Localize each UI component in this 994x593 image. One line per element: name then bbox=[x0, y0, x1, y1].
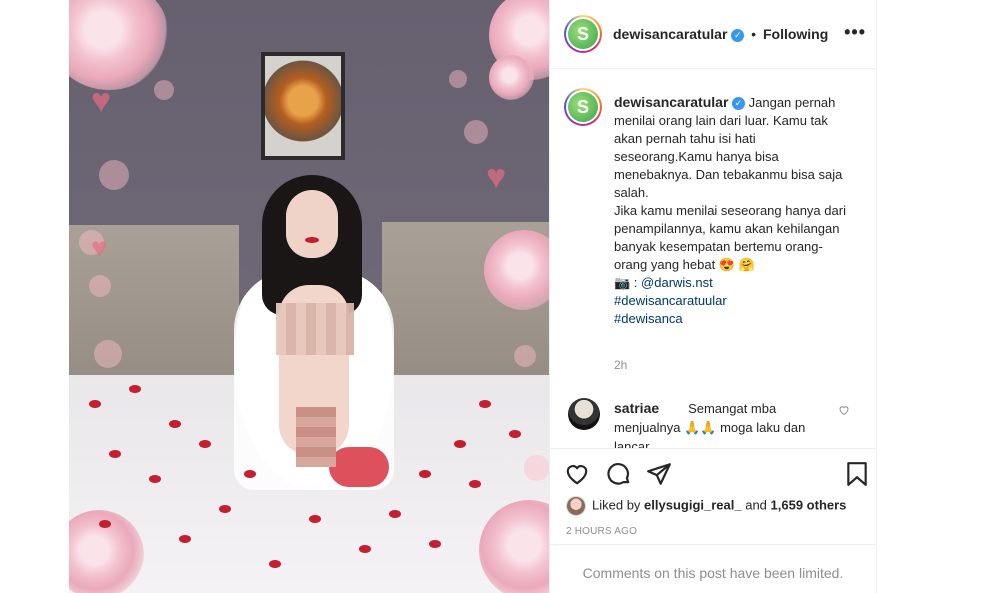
snake-icon: S bbox=[568, 19, 598, 49]
right-gutter bbox=[877, 0, 994, 593]
snake-icon: S bbox=[568, 92, 598, 122]
rose-petal bbox=[244, 470, 256, 478]
comment-row: satriae Semangat mba menjualnya 🙏🙏 moga … bbox=[564, 396, 864, 448]
like-heart-icon[interactable] bbox=[564, 461, 590, 487]
caption-paragraph-2: Jika kamu menilai seseorang hanya dari p… bbox=[614, 203, 846, 272]
header-line: dewisancaratular ✓ • Following bbox=[613, 26, 828, 42]
photo-subject bbox=[224, 175, 404, 495]
rose-petal bbox=[454, 440, 466, 448]
verified-badge-icon: ✓ bbox=[731, 28, 745, 42]
commenter-avatar[interactable] bbox=[568, 398, 600, 430]
author-username[interactable]: dewisancaratular bbox=[613, 26, 727, 42]
commenter-username[interactable]: satriae bbox=[614, 400, 659, 416]
rose-petal bbox=[99, 520, 111, 528]
bokeh-light bbox=[94, 340, 122, 368]
caption-paragraph-1: Jangan pernah menilai orang lain dari lu… bbox=[614, 95, 843, 200]
rose-petal bbox=[469, 480, 481, 488]
caption-time[interactable]: 2h bbox=[614, 358, 627, 372]
censor-blur-bottom bbox=[296, 407, 336, 467]
left-gutter bbox=[0, 0, 69, 593]
rose-petal bbox=[359, 545, 371, 553]
hashtag-link[interactable]: #dewisanca bbox=[614, 310, 854, 328]
instagram-post-page: ♥ ♥ ♥ S dewisancaratular ✓ • Following •… bbox=[0, 0, 994, 593]
bokeh-light bbox=[89, 275, 111, 297]
comment-text: satriae Semangat mba menjualnya 🙏🙏 moga … bbox=[614, 399, 842, 448]
caption-username[interactable]: dewisancaratular bbox=[614, 94, 728, 110]
liked-by-line: Liked by ellysugigi_real_ and 1,659 othe… bbox=[566, 496, 846, 516]
author-avatar[interactable]: S bbox=[564, 15, 602, 53]
heart-decoration: ♥ bbox=[486, 158, 507, 196]
credit-mention-link[interactable]: @darwis.nst bbox=[641, 275, 713, 290]
rose-petal bbox=[309, 515, 321, 523]
bokeh-light bbox=[464, 120, 488, 144]
rose-petal bbox=[149, 475, 161, 483]
comments-limited-notice: Comments on this post have been limited. bbox=[550, 544, 876, 593]
liker-avatar[interactable] bbox=[566, 496, 586, 516]
comment-like-heart-icon[interactable] bbox=[838, 404, 850, 419]
rose-petal bbox=[509, 430, 521, 438]
rose-decoration bbox=[489, 55, 534, 100]
share-icon[interactable] bbox=[646, 461, 672, 487]
rose-petal bbox=[429, 540, 441, 548]
rose-petal bbox=[419, 470, 431, 478]
verified-badge-icon: ✓ bbox=[732, 97, 746, 111]
more-options-icon[interactable]: ••• bbox=[844, 22, 866, 43]
separator-dot: • bbox=[751, 26, 757, 42]
bokeh-light bbox=[99, 160, 129, 190]
rose-petal bbox=[169, 420, 181, 428]
post-side-panel: S dewisancaratular ✓ • Following ••• S d… bbox=[549, 0, 877, 593]
rose-petal bbox=[129, 385, 141, 393]
camera-credit-prefix: 📷 : bbox=[614, 275, 642, 290]
likes-count-link[interactable]: 1,659 others bbox=[771, 497, 847, 512]
heart-decoration: ♥ bbox=[91, 82, 112, 120]
bokeh-light bbox=[514, 345, 536, 367]
liked-by-prefix: Liked by bbox=[592, 497, 645, 513]
comment-icon[interactable] bbox=[606, 461, 632, 487]
caption-text: dewisancaratular ✓ Jangan pernah menilai… bbox=[614, 93, 854, 328]
rose-petal bbox=[479, 400, 491, 408]
rose-petal bbox=[269, 560, 281, 568]
censor-blur-top bbox=[276, 303, 354, 355]
bokeh-light bbox=[449, 70, 467, 88]
post-timestamp[interactable]: 2 HOURS AGO bbox=[566, 526, 637, 537]
wall-painting bbox=[261, 52, 345, 160]
bookmark-icon[interactable] bbox=[844, 461, 870, 487]
rose-petal bbox=[219, 505, 231, 513]
hashtag-link[interactable]: #dewisancaratuular bbox=[614, 292, 854, 310]
post-photo[interactable]: ♥ ♥ ♥ bbox=[69, 0, 549, 593]
bokeh-light bbox=[524, 455, 549, 481]
following-button[interactable]: Following bbox=[763, 26, 828, 42]
rose-petal bbox=[389, 510, 401, 518]
rose-petal bbox=[89, 400, 101, 408]
caption-avatar[interactable]: S bbox=[564, 88, 602, 126]
heart-decoration: ♥ bbox=[91, 232, 108, 263]
liked-by-user-link[interactable]: ellysugigi_real_ bbox=[644, 497, 742, 512]
post-header: S dewisancaratular ✓ • Following ••• bbox=[550, 0, 876, 69]
rose-petal bbox=[179, 535, 191, 543]
rose-petal bbox=[109, 450, 121, 458]
liked-by-mid: and bbox=[741, 497, 771, 513]
bokeh-light bbox=[154, 80, 174, 100]
rose-petal bbox=[199, 440, 211, 448]
post-actions: Liked by ellysugigi_real_ and 1,659 othe… bbox=[550, 448, 876, 544]
